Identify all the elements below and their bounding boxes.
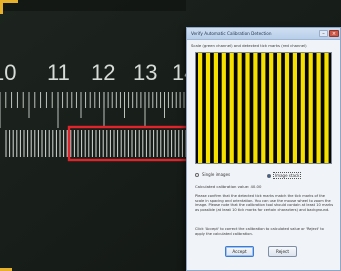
stripe-bar: [308, 53, 313, 163]
stripe-bar: [277, 53, 282, 163]
corner-marker: [0, 257, 12, 271]
ruler-number: 12: [91, 60, 115, 85]
stripe-bar: [300, 53, 305, 163]
stripe-bar: [324, 53, 329, 163]
radio-button[interactable]: [267, 174, 271, 178]
dialog-title: Verify Automatic Calibration Detection: [191, 31, 272, 36]
calibration-dialog: Verify Automatic Calibration Detection –…: [186, 27, 341, 271]
title-bar[interactable]: Verify Automatic Calibration Detection –…: [187, 28, 340, 40]
stripe-bar: [221, 53, 226, 163]
radio-single-images[interactable]: Single images: [195, 172, 231, 177]
close-button[interactable]: ×: [329, 30, 339, 37]
confirm-paragraph: Please confirm that the detected tick ma…: [195, 194, 334, 212]
radio-label: Image stack: [273, 172, 302, 179]
instruction-text: Scale (green channel) and detected tick …: [191, 43, 307, 48]
stripe-bar: [316, 53, 321, 163]
calibration-result: Calculated calibration value: 40.00: [195, 184, 262, 189]
accept-button[interactable]: Accept: [225, 246, 254, 257]
stripe-bar: [198, 53, 203, 163]
stripe-bar: [237, 53, 242, 163]
minimize-button[interactable]: –: [319, 30, 328, 37]
stripe-bar: [213, 53, 218, 163]
calibration-preview[interactable]: [195, 52, 332, 164]
stripe-bar: [284, 53, 290, 163]
radio-button[interactable]: [195, 173, 199, 177]
stripe-bar: [261, 53, 266, 163]
stripe-bar: [253, 53, 258, 163]
action-paragraph: Click 'Accept' to correct the calibratio…: [195, 227, 324, 236]
ruler-number: 13: [133, 60, 157, 85]
stripe-bar: [205, 53, 211, 163]
corner-marker: [0, 0, 18, 14]
reject-button[interactable]: Reject: [268, 246, 297, 257]
stripe-pattern: [196, 53, 331, 163]
radio-image-stack[interactable]: Image stack: [267, 172, 302, 179]
stripe-bar: [269, 53, 274, 163]
radio-label: Single images: [202, 172, 231, 177]
ruler-number: 10: [0, 60, 16, 85]
stripe-bar: [292, 53, 297, 163]
stripe-bar: [245, 53, 250, 163]
ruler-number: 11: [47, 60, 70, 85]
stripe-bar: [229, 53, 234, 163]
